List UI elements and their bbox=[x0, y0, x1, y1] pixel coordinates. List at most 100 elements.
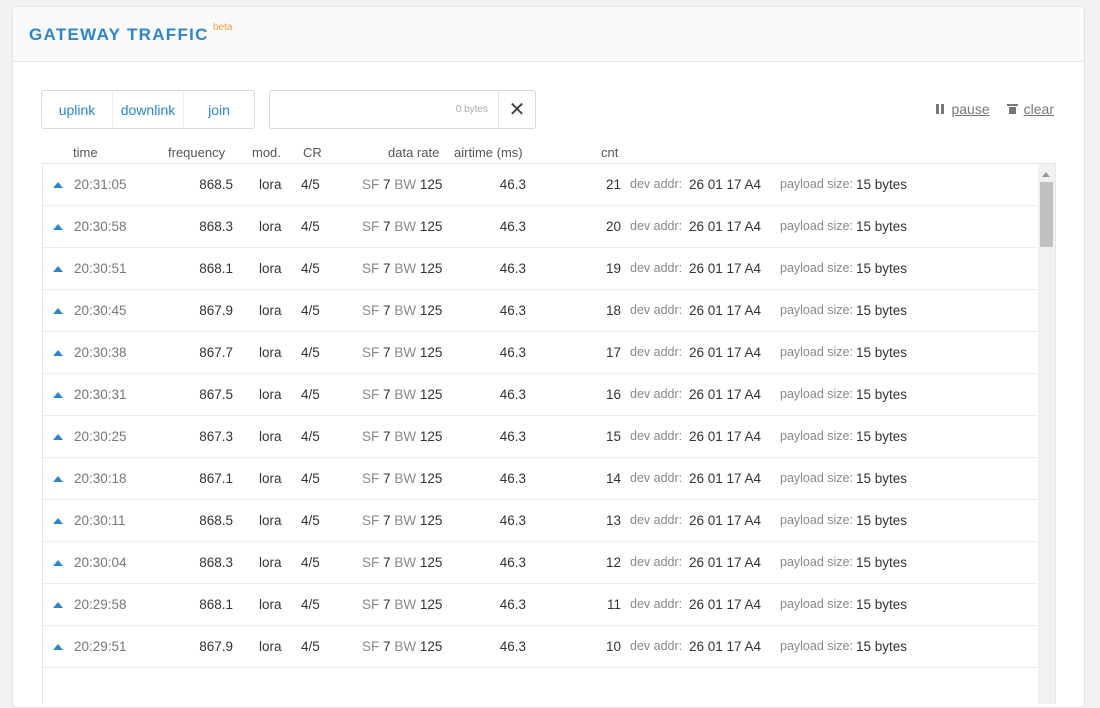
row-time: 20:30:25 bbox=[74, 429, 127, 444]
uplink-arrow-icon bbox=[53, 392, 63, 398]
row-dev-addr: 26 01 17 A4 bbox=[689, 513, 762, 528]
table-row[interactable]: 20:30:51 868.1 lora 4/5 SF 7 BW 125 46.3 19 dev… bbox=[43, 248, 1037, 290]
row-time: 20:30:58 bbox=[74, 219, 127, 234]
table-row[interactable]: 20:30:11 868.5 lora 4/5 SF 7 BW 125 46.3 13 dev… bbox=[43, 500, 1037, 542]
row-frequency: 867.3 bbox=[199, 429, 233, 444]
scrollbar[interactable] bbox=[1038, 164, 1055, 704]
sf-label: SF bbox=[362, 555, 380, 570]
row-counter: 15 bbox=[605, 429, 621, 444]
sf-value: 7 bbox=[383, 177, 391, 192]
row-data-rate: SF 7 BW 125 bbox=[362, 303, 442, 318]
row-time: 20:29:58 bbox=[74, 597, 127, 612]
table-row[interactable]: 20:31:05 868.5 lora 4/5 SF 7 BW 125 46.3 21 dev… bbox=[43, 164, 1037, 206]
scroll-thumb[interactable] bbox=[1040, 182, 1053, 247]
filter-join-button[interactable]: join bbox=[183, 91, 254, 128]
row-modulation: lora bbox=[259, 597, 282, 612]
traffic-table[interactable]: 20:31:05 868.5 lora 4/5 SF 7 BW 125 46.3 21 dev… bbox=[42, 163, 1056, 704]
table-row[interactable]: 20:30:04 868.3 lora 4/5 SF 7 BW 125 46.3 12 dev… bbox=[43, 542, 1037, 584]
payload-size-label: payload size: bbox=[780, 555, 853, 569]
payload-size-label: payload size: bbox=[780, 387, 853, 401]
row-time: 20:31:05 bbox=[74, 177, 127, 192]
row-time: 20:29:51 bbox=[74, 639, 127, 654]
row-data-rate: SF 7 BW 125 bbox=[362, 471, 442, 486]
row-payload-size: 15 bytes bbox=[856, 261, 908, 276]
payload-size-label: payload size: bbox=[780, 177, 853, 191]
row-counter: 20 bbox=[605, 219, 621, 234]
table-row[interactable]: 20:29:58 868.1 lora 4/5 SF 7 BW 125 46.3 11 dev… bbox=[43, 584, 1037, 626]
row-airtime: 46.3 bbox=[499, 387, 526, 402]
row-airtime: 46.3 bbox=[499, 555, 526, 570]
row-modulation: lora bbox=[259, 345, 282, 360]
uplink-arrow-icon bbox=[53, 476, 63, 482]
row-frequency: 868.1 bbox=[199, 261, 233, 276]
dev-addr-label: dev addr: bbox=[630, 429, 683, 443]
row-modulation: lora bbox=[259, 303, 282, 318]
sf-label: SF bbox=[362, 303, 380, 318]
row-frequency: 867.9 bbox=[199, 303, 233, 318]
row-data-rate: SF 7 BW 125 bbox=[362, 639, 442, 654]
row-data-rate: SF 7 BW 125 bbox=[362, 261, 442, 276]
row-coding-rate: 4/5 bbox=[301, 345, 320, 360]
col-airtime: airtime (ms) bbox=[454, 145, 523, 160]
row-time: 20:30:38 bbox=[74, 345, 127, 360]
sf-value: 7 bbox=[383, 387, 391, 402]
row-counter: 19 bbox=[605, 261, 621, 276]
dev-addr-label: dev addr: bbox=[630, 261, 683, 275]
row-frequency: 868.1 bbox=[199, 597, 233, 612]
filter-uplink-button[interactable]: uplink bbox=[42, 91, 112, 128]
table-row[interactable]: 20:30:18 867.1 lora 4/5 SF 7 BW 125 46.3 14 dev… bbox=[43, 458, 1037, 500]
row-payload-size: 15 bytes bbox=[856, 219, 908, 234]
col-data-rate: data rate bbox=[388, 145, 440, 160]
dev-addr-label: dev addr: bbox=[630, 177, 683, 191]
row-counter: 12 bbox=[605, 555, 621, 570]
pause-button[interactable]: pause bbox=[936, 101, 990, 117]
row-data-rate: SF 7 BW 125 bbox=[362, 177, 442, 192]
bw-value: 125 bbox=[419, 303, 443, 318]
bw-label: BW bbox=[394, 219, 417, 234]
row-payload-size: 15 bytes bbox=[856, 555, 908, 570]
row-airtime: 46.3 bbox=[499, 429, 526, 444]
payload-size-label: payload size: bbox=[780, 471, 853, 485]
row-payload-size: 15 bytes bbox=[856, 639, 908, 654]
clear-filter-button[interactable]: ✕ bbox=[498, 91, 535, 128]
size-filter-input[interactable] bbox=[270, 91, 456, 128]
sf-label: SF bbox=[362, 597, 380, 612]
table-row[interactable]: 20:30:45 867.9 lora 4/5 SF 7 BW 125 46.3 18 dev… bbox=[43, 290, 1037, 332]
filter-downlink-button[interactable]: downlink bbox=[112, 91, 183, 128]
row-airtime: 46.3 bbox=[499, 303, 526, 318]
uplink-arrow-icon bbox=[53, 308, 63, 314]
clear-button[interactable]: clear bbox=[1006, 101, 1054, 117]
row-modulation: lora bbox=[259, 261, 282, 276]
row-coding-rate: 4/5 bbox=[301, 639, 320, 654]
sf-value: 7 bbox=[383, 513, 391, 528]
row-frequency: 868.3 bbox=[199, 219, 233, 234]
table-row[interactable]: 20:30:58 868.3 lora 4/5 SF 7 BW 125 46.3 20 dev… bbox=[43, 206, 1037, 248]
scroll-up-icon[interactable] bbox=[1042, 172, 1050, 177]
table-row[interactable]: 20:29:51 867.9 lora 4/5 SF 7 BW 125 46.3 10 dev… bbox=[43, 626, 1037, 668]
bw-label: BW bbox=[394, 345, 417, 360]
bw-label: BW bbox=[394, 513, 417, 528]
row-data-rate: SF 7 BW 125 bbox=[362, 387, 442, 402]
size-filter-unit: 0 bytes bbox=[455, 104, 488, 115]
dev-addr-label: dev addr: bbox=[630, 639, 683, 653]
row-payload-size: 15 bytes bbox=[856, 177, 908, 192]
table-row[interactable]: 20:30:25 867.3 lora 4/5 SF 7 BW 125 46.3 15 dev… bbox=[43, 416, 1037, 458]
traffic-rows: 20:31:05 868.5 lora 4/5 SF 7 BW 125 46.3 21 dev… bbox=[43, 164, 1037, 668]
bw-value: 125 bbox=[419, 471, 443, 486]
sf-value: 7 bbox=[383, 429, 391, 444]
bw-value: 125 bbox=[419, 387, 443, 402]
row-counter: 18 bbox=[605, 303, 621, 318]
row-counter: 14 bbox=[605, 471, 621, 486]
bw-value: 125 bbox=[419, 513, 443, 528]
row-payload-size: 15 bytes bbox=[856, 429, 908, 444]
table-row[interactable]: 20:30:38 867.7 lora 4/5 SF 7 BW 125 46.3 17 dev… bbox=[43, 332, 1037, 374]
row-counter: 13 bbox=[605, 513, 621, 528]
bw-label: BW bbox=[394, 261, 417, 276]
dev-addr-label: dev addr: bbox=[630, 387, 683, 401]
row-airtime: 46.3 bbox=[499, 513, 526, 528]
uplink-arrow-icon bbox=[53, 602, 63, 608]
table-row[interactable]: 20:30:31 867.5 lora 4/5 SF 7 BW 125 46.3 16 dev… bbox=[43, 374, 1037, 416]
uplink-arrow-icon bbox=[53, 434, 63, 440]
row-airtime: 46.3 bbox=[499, 471, 526, 486]
bw-value: 125 bbox=[419, 555, 443, 570]
